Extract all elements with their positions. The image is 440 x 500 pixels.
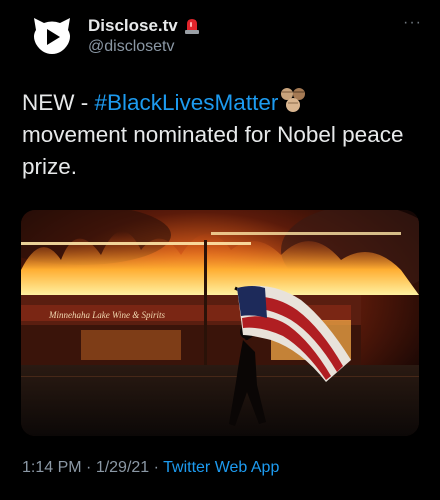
user-handle[interactable]: @disclosetv: [88, 38, 175, 56]
tweet-date[interactable]: 1/29/21: [96, 459, 149, 476]
separator: ·: [81, 459, 96, 476]
storefront-sign: Minnehaha Lake Wine & Spirits: [48, 310, 165, 320]
tweet-time[interactable]: 1:14 PM: [22, 459, 82, 476]
separator: ·: [149, 459, 164, 476]
tweet-header: Disclose.tv @disclosetv ···: [28, 12, 428, 62]
source-app-link[interactable]: Twitter Web App: [163, 459, 279, 476]
more-options-icon[interactable]: ···: [403, 14, 422, 32]
burning-building-photo: Minnehaha Lake Wine & Spirits: [21, 210, 419, 436]
siren-icon: [184, 19, 199, 34]
raised-fists-icon: [281, 88, 306, 112]
display-name[interactable]: Disclose.tv: [88, 16, 178, 36]
avatar[interactable]: [28, 12, 76, 60]
tweet-metadata: 1:14 PM · 1/29/21 · Twitter Web App: [22, 459, 279, 477]
tweet-text: NEW - #BlackLivesMatter movement nominat…: [22, 86, 427, 183]
disclose-logo-icon: [28, 12, 76, 60]
tweet-photo[interactable]: Minnehaha Lake Wine & Spirits: [21, 210, 419, 436]
hashtag-link[interactable]: #BlackLivesMatter: [95, 90, 279, 115]
tweet-text-body: movement nominated for Nobel peace prize…: [22, 122, 404, 179]
tweet-text-prefix: NEW -: [22, 90, 95, 115]
